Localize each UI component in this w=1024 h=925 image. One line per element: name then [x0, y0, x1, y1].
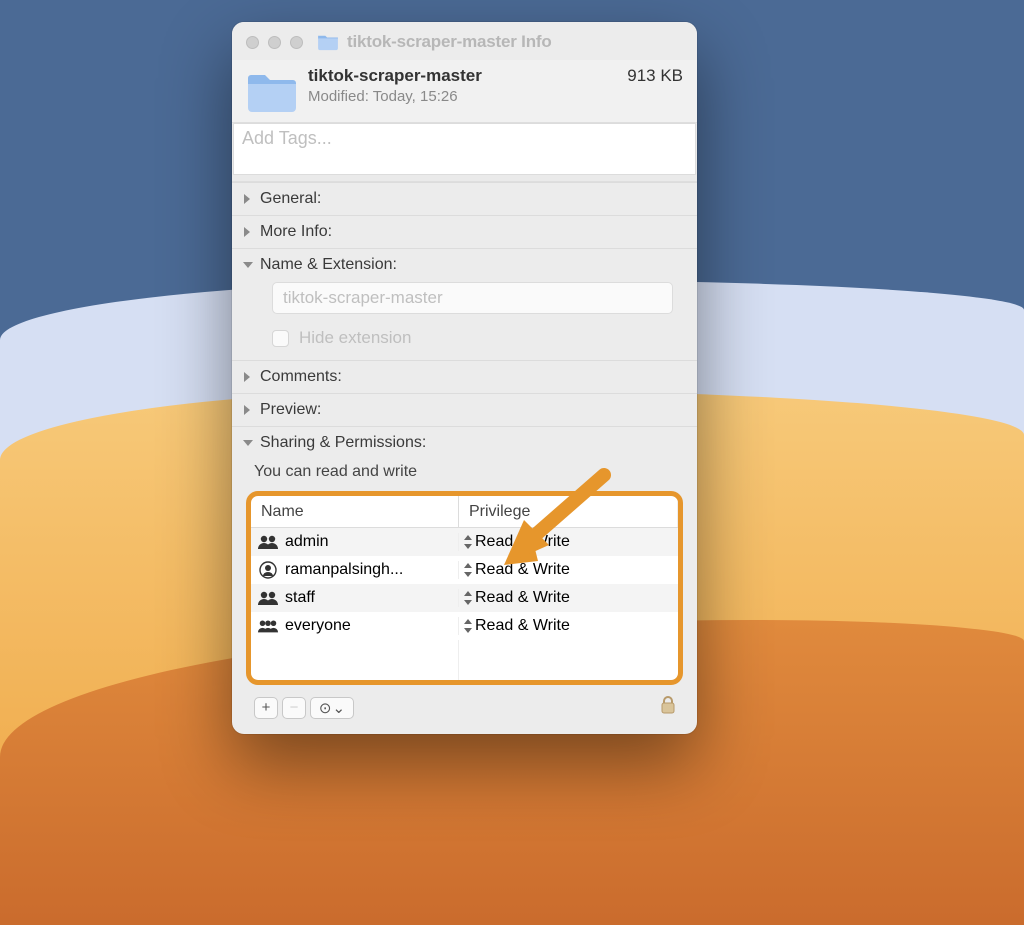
section-general[interactable]: General:	[232, 182, 697, 215]
privilege-value: Read & Write	[475, 533, 570, 551]
privilege-value: Read & Write	[475, 561, 570, 579]
permissions-table: Name Privilege adminRead & Writeramanpal…	[246, 491, 683, 685]
info-window: tiktok-scraper-master Info tiktok-scrape…	[232, 22, 697, 734]
remove-button[interactable]: −	[282, 697, 306, 719]
desktop-background: tiktok-scraper-master Info tiktok-scrape…	[0, 0, 1024, 925]
section-label: More Info:	[260, 223, 332, 241]
chevron-down-icon	[242, 260, 256, 270]
section-preview[interactable]: Preview:	[232, 393, 697, 426]
chevron-down-icon	[242, 438, 256, 448]
modified-label: Modified: Today, 15:26	[308, 88, 627, 105]
updown-icon	[463, 591, 473, 605]
column-name[interactable]: Name	[251, 496, 459, 527]
updown-icon	[463, 535, 473, 549]
section-label: Preview:	[260, 401, 321, 419]
folder-icon	[246, 70, 298, 114]
window-title: tiktok-scraper-master Info	[347, 32, 552, 52]
section-label: General:	[260, 190, 321, 208]
gear-icon: ⊙	[319, 699, 332, 717]
size-label: 913 KB	[627, 66, 683, 86]
permissions-user-name: admin	[285, 533, 329, 551]
name-extension-input[interactable]	[272, 282, 673, 314]
section-label: Comments:	[260, 368, 342, 386]
chevron-right-icon	[242, 226, 256, 238]
privilege-value: Read & Write	[475, 589, 570, 607]
permissions-user-name: everyone	[285, 617, 351, 635]
permissions-row[interactable]: everyone Read & Write	[251, 612, 678, 640]
user-icon	[257, 534, 279, 550]
hide-extension-checkbox[interactable]	[272, 330, 289, 347]
tags-section: Add Tags...	[232, 122, 697, 182]
section-label: Sharing & Permissions:	[260, 434, 426, 452]
close-button[interactable]	[246, 36, 259, 49]
privilege-value: Read & Write	[475, 617, 570, 635]
lock-icon[interactable]	[659, 695, 677, 720]
add-button[interactable]: +	[254, 697, 278, 719]
section-sharing-permissions[interactable]: Sharing & Permissions:	[232, 426, 697, 459]
permissions-footer: + − ⊙ ⌄	[232, 695, 697, 734]
updown-icon	[463, 563, 473, 577]
traffic-lights	[246, 36, 303, 49]
column-privilege[interactable]: Privilege	[459, 496, 678, 527]
permissions-user-name: staff	[285, 589, 315, 607]
chevron-right-icon	[242, 193, 256, 205]
chevron-down-icon: ⌄	[333, 699, 346, 717]
privilege-selector[interactable]: Read & Write	[459, 561, 678, 579]
section-label: Name & Extension:	[260, 256, 397, 274]
action-menu-button[interactable]: ⊙ ⌄	[310, 697, 354, 719]
item-name: tiktok-scraper-master	[308, 66, 627, 86]
user-icon	[257, 618, 279, 634]
chevron-right-icon	[242, 404, 256, 416]
folder-icon	[317, 33, 339, 51]
section-comments[interactable]: Comments:	[232, 360, 697, 393]
user-icon	[257, 562, 279, 578]
permissions-message: You can read and write	[232, 459, 697, 491]
header: tiktok-scraper-master Modified: Today, 1…	[232, 60, 697, 122]
permissions-row[interactable]: ramanpalsingh... Read & Write	[251, 556, 678, 584]
tags-input[interactable]: Add Tags...	[233, 123, 696, 175]
updown-icon	[463, 619, 473, 633]
permissions-row[interactable]: admin Read & Write	[251, 528, 678, 556]
privilege-selector[interactable]: Read & Write	[459, 533, 678, 551]
titlebar: tiktok-scraper-master Info	[232, 22, 697, 60]
minimize-button[interactable]	[268, 36, 281, 49]
user-icon	[257, 590, 279, 606]
privilege-selector[interactable]: Read & Write	[459, 617, 678, 635]
zoom-button[interactable]	[290, 36, 303, 49]
section-more-info[interactable]: More Info:	[232, 215, 697, 248]
permissions-row[interactable]: staff Read & Write	[251, 584, 678, 612]
privilege-selector[interactable]: Read & Write	[459, 589, 678, 607]
hide-extension-label: Hide extension	[299, 328, 411, 348]
section-name-extension[interactable]: Name & Extension: Hide extension	[232, 248, 697, 360]
permissions-header: Name Privilege	[251, 496, 678, 528]
chevron-right-icon	[242, 371, 256, 383]
permissions-user-name: ramanpalsingh...	[285, 561, 403, 579]
